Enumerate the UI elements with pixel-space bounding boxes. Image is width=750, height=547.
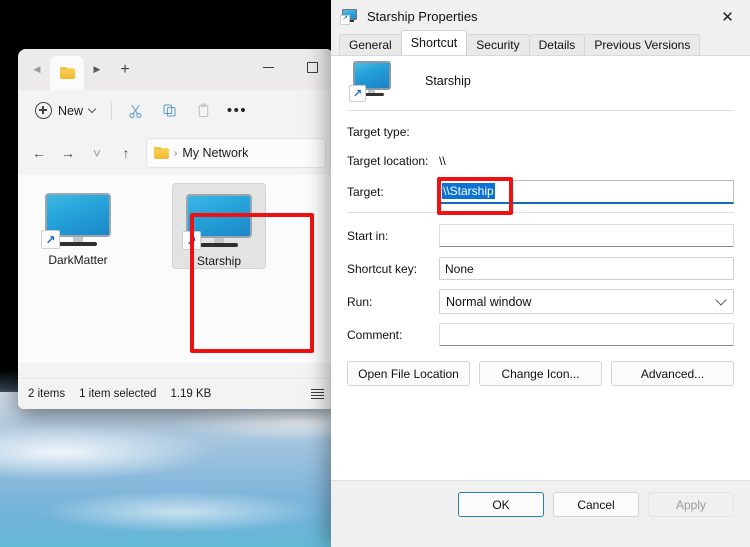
file-explorer-window[interactable]: ◀ ▶ + New ••• ← → ˅ ↑ › My Network ↗ Dar… [18,49,334,409]
target-label: Target: [347,184,384,199]
advanced-button[interactable]: Advanced... [611,361,734,386]
computer-shortcut-icon: ↗ [41,193,111,249]
field-target: Target: \\Starship [347,179,734,204]
explorer-toolbar: New ••• [18,90,334,131]
explorer-titlebar: ◀ ▶ + [18,49,334,90]
shortcut-key-input[interactable]: None [439,257,734,280]
field-target-type: Target type: [347,121,734,142]
chevron-down-icon [715,293,727,306]
change-icon-button[interactable]: Change Icon... [479,361,602,386]
list-item-darkmatter[interactable]: ↗ DarkMatter [32,183,124,267]
folder-icon [59,67,75,79]
chevron-down-icon [87,104,97,114]
breadcrumb-folder-icon [154,147,169,159]
breadcrumb[interactable]: › My Network [146,138,326,168]
paste-icon [198,103,208,117]
tab-shortcut[interactable]: Shortcut [400,30,468,55]
list-item-label: Starship [196,254,242,268]
explorer-tab[interactable] [50,56,84,90]
field-run: Run: Normal window [347,289,734,314]
computer-shortcut-icon: ↗ [349,61,395,102]
paste-button[interactable] [187,96,219,126]
computer-shortcut-icon: ↗ [340,9,358,25]
dialog-title: Starship Properties [367,9,478,24]
ok-button[interactable]: OK [458,492,544,517]
back-button[interactable]: ← [26,140,52,166]
run-select[interactable]: Normal window [439,289,734,314]
target-input-value: \\Starship [442,183,495,199]
scissors-icon [129,104,141,119]
forward-button[interactable]: → [55,140,81,166]
field-comment: Comment: [347,322,734,347]
target-input[interactable]: \\Starship [439,179,734,204]
maximize-button[interactable] [290,49,334,85]
dialog-titlebar: ↗ Starship Properties ✕ [331,0,750,33]
breadcrumb-current[interactable]: My Network [182,146,248,160]
breadcrumb-separator: › [174,147,178,159]
status-item-count: 2 items [28,388,66,400]
comment-label: Comment: [347,327,403,342]
start-in-label: Start in: [347,228,389,243]
start-in-input[interactable] [439,224,734,247]
dialog-tabs: General Shortcut Security Details Previo… [331,30,750,55]
shortcut-name: Starship [425,74,471,88]
minimize-button[interactable] [246,49,290,85]
shortcut-key-label: Shortcut key: [347,261,418,276]
field-target-location: Target location: \\ [347,150,734,171]
dialog-footer: OK Cancel Apply [331,480,750,528]
new-tab-button[interactable]: + [110,49,140,90]
shortcut-arrow-icon: ↗ [41,230,60,249]
status-selection: 1 item selected [79,388,157,400]
details-view-icon[interactable] [311,389,324,399]
status-size: 1.19 KB [170,388,212,400]
run-label: Run: [347,294,373,309]
target-location-label: Target location: [347,153,429,168]
toolbar-divider [111,101,113,120]
comment-input[interactable] [439,323,734,346]
field-shortcut-key: Shortcut key: None [347,256,734,281]
list-item-label: DarkMatter [48,253,108,267]
tab-previous-versions[interactable]: Previous Versions [584,34,701,55]
explorer-status-bar: 2 items 1 item selected 1.19 KB [18,378,334,409]
target-divider [347,212,734,213]
tab-scroll-right-icon[interactable]: ▶ [84,49,110,90]
target-type-label: Target type: [347,124,410,139]
ellipsis-icon: ••• [226,101,248,119]
new-button[interactable]: New [26,96,104,126]
explorer-tabstrip: ◀ ▶ + [18,49,140,90]
field-start-in: Start in: [347,223,734,248]
shortcut-key-value: None [445,261,474,276]
plus-icon [35,102,52,119]
recent-locations-button[interactable]: ˅ [84,140,110,166]
window-controls [246,49,334,85]
new-button-label: New [58,103,84,118]
tab-general[interactable]: General [339,34,402,55]
open-file-location-button[interactable]: Open File Location [347,361,470,386]
cancel-button[interactable]: Cancel [553,492,639,517]
shortcut-header: ↗ Starship [347,56,734,106]
see-more-button[interactable]: ••• [221,96,253,126]
copy-icon [162,104,176,117]
close-icon[interactable]: ✕ [705,0,750,33]
list-item-starship[interactable]: ↗ Starship [172,183,266,269]
tab-security[interactable]: Security [466,34,530,55]
tab-scroll-left-icon[interactable]: ◀ [24,49,50,90]
header-divider [347,110,734,111]
run-value: Normal window [446,294,532,309]
cut-button[interactable] [119,96,151,126]
shortcut-action-buttons: Open File Location Change Icon... Advanc… [347,361,734,386]
apply-button: Apply [648,492,734,517]
explorer-address-bar: ← → ˅ ↑ › My Network [18,131,334,175]
target-location-value: \\ [439,153,446,168]
starship-properties-dialog[interactable]: ↗ Starship Properties ✕ General Shortcut… [331,0,750,547]
computer-shortcut-icon: ↗ [182,194,252,250]
tab-details[interactable]: Details [528,34,586,55]
shortcut-arrow-icon: ↗ [182,231,201,250]
copy-button[interactable] [153,96,185,126]
explorer-file-list[interactable]: ↗ DarkMatter ↗ Starship [18,175,334,363]
shortcut-tab-panel: ↗ Starship Target type: Target location:… [331,55,750,528]
up-button[interactable]: ↑ [113,140,139,166]
